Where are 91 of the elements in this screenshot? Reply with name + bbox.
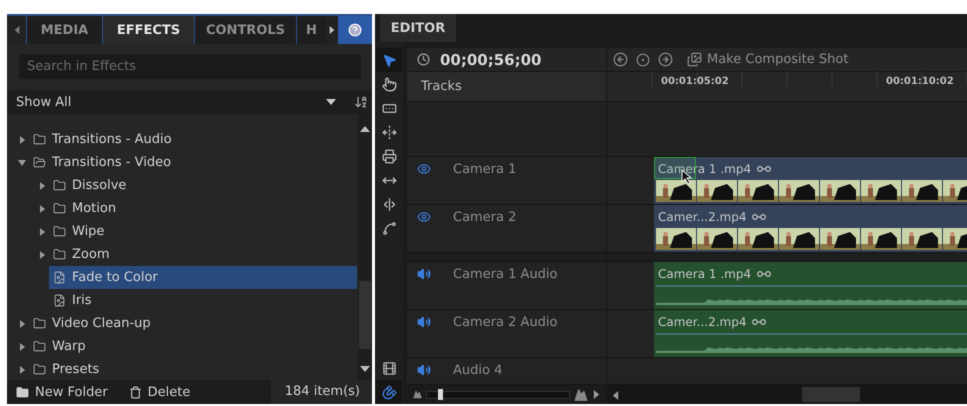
clip-name: Camer...2.mp4 xyxy=(658,314,746,328)
link-icon xyxy=(752,318,766,326)
eye-icon[interactable] xyxy=(417,162,431,176)
caret-icon xyxy=(12,26,20,34)
folder-icon xyxy=(33,156,46,169)
folder-icon xyxy=(53,202,66,215)
folder-icon xyxy=(33,340,46,353)
folder-icon xyxy=(53,248,66,261)
split-icon xyxy=(382,196,396,212)
images-icon xyxy=(687,52,702,67)
scroll-left-icon xyxy=(611,391,620,400)
panel-tab[interactable]: EFFECTS xyxy=(102,16,194,44)
tree-item[interactable]: Motion xyxy=(49,197,357,220)
tab-scroll-right[interactable] xyxy=(326,16,338,44)
record-icon[interactable] xyxy=(636,52,650,66)
scrollbar[interactable] xyxy=(358,114,372,380)
film-icon xyxy=(382,360,396,376)
clip-name: Camera 1 .mp4 xyxy=(658,266,752,280)
tree-item[interactable]: Transitions - Audio xyxy=(29,128,357,151)
eye-icon[interactable] xyxy=(417,210,431,224)
tree-item[interactable]: Zoom xyxy=(49,243,357,266)
tracks-label: Tracks xyxy=(421,79,462,94)
speaker-icon[interactable] xyxy=(417,315,431,329)
search-field[interactable]: Search in Effects xyxy=(19,54,361,79)
folder-icon xyxy=(33,363,46,376)
track-name: Camera 2 Audio xyxy=(453,315,558,330)
new-folder-button[interactable]: New Folder xyxy=(7,384,108,400)
video-clip[interactable]: Camer...2.mp4 xyxy=(654,205,967,252)
timecode: 00;00;56;00 xyxy=(440,50,542,68)
tool-button[interactable] xyxy=(376,48,402,72)
help-icon xyxy=(348,23,362,37)
audio-clip[interactable]: Camer...2.mp4 xyxy=(654,310,967,357)
magnet-icon xyxy=(382,384,396,400)
horizontal-scrollbar[interactable] xyxy=(607,385,967,404)
scroll-up-icon xyxy=(360,124,370,134)
tree-item[interactable]: Dissolve xyxy=(49,174,357,197)
track-name: Audio 4 xyxy=(453,363,502,378)
caret-icon xyxy=(328,26,336,34)
tree-item[interactable]: Iris xyxy=(49,289,357,312)
track-name: Camera 1 Audio xyxy=(453,267,558,282)
scroll-thumb[interactable] xyxy=(802,387,860,402)
scroll-thumb[interactable] xyxy=(359,281,371,349)
folder-icon xyxy=(53,225,66,238)
tree-item[interactable]: Fade to Color xyxy=(49,266,357,289)
file-icon xyxy=(53,294,66,307)
audio-clip[interactable]: Camera 1 .mp4 xyxy=(654,262,967,309)
folder-icon xyxy=(33,133,46,146)
link-icon xyxy=(752,212,766,220)
delete-button[interactable]: Delete xyxy=(120,384,190,400)
speaker-icon[interactable] xyxy=(417,267,431,281)
scroll-down-icon xyxy=(360,364,370,374)
zoom-out-icon xyxy=(413,390,422,399)
zoom-thumb[interactable] xyxy=(438,388,444,400)
clip-name: Camer...2.mp4 xyxy=(658,210,746,224)
video-clip[interactable]: Camera 1 .mp4 xyxy=(654,157,967,204)
curve-icon xyxy=(382,220,396,236)
track-name: Camera 2 xyxy=(453,210,516,225)
tree-item[interactable]: Warp xyxy=(29,335,357,358)
speaker-icon[interactable] xyxy=(417,363,431,377)
item-count: 184 item(s) xyxy=(270,380,372,404)
folder-icon xyxy=(33,317,46,330)
link-icon xyxy=(757,270,772,278)
folder-icon xyxy=(53,179,66,192)
folder-icon xyxy=(16,386,29,398)
zoom-in-icon xyxy=(574,388,588,402)
ruler-time: 00:01:05:02 xyxy=(661,76,729,87)
tree-item[interactable]: Video Clean-up xyxy=(29,312,357,335)
tree-item[interactable]: Wipe xyxy=(49,220,357,243)
composite-shot-button[interactable]: Make Composite Shot xyxy=(687,52,848,67)
track-name: Camera 1 xyxy=(453,162,516,177)
sort-icon xyxy=(354,95,368,109)
trash-icon xyxy=(128,386,142,398)
previous-icon[interactable] xyxy=(613,52,628,67)
bracket-arrows-icon xyxy=(382,124,396,140)
zoom-slider[interactable] xyxy=(426,390,570,398)
snap-button[interactable] xyxy=(376,380,402,404)
editor-tab[interactable]: EDITOR xyxy=(380,14,456,42)
tree-item[interactable]: Transitions - Video xyxy=(29,151,357,174)
next-icon[interactable] xyxy=(658,52,673,67)
clip-name: Camera 1 .mp4 xyxy=(658,162,752,176)
hand-icon xyxy=(382,76,396,92)
tree-item[interactable]: Presets xyxy=(29,358,357,381)
pointer-icon xyxy=(382,52,396,68)
help-button[interactable] xyxy=(338,16,372,44)
link-icon xyxy=(757,164,772,172)
ruler-time: 00:01:10:02 xyxy=(886,76,954,87)
tab-scroll-left[interactable] xyxy=(7,16,26,44)
dropdown-caret-icon xyxy=(326,97,336,107)
file-icon xyxy=(53,271,66,284)
scroll-right-icon xyxy=(592,390,601,399)
clock-icon xyxy=(417,53,430,66)
